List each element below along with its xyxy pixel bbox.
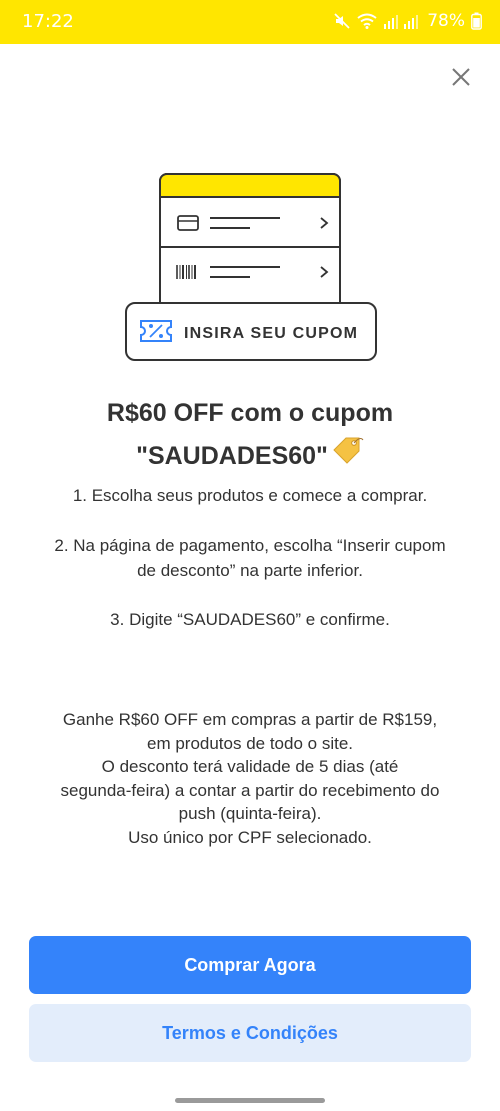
terms-button[interactable]: Termos e Condições (29, 1004, 471, 1062)
offer-title: R$60 OFF com o cupom (106, 399, 394, 427)
barcode-icon (176, 265, 196, 279)
step-2-line-1: 2. Na página de pagamento, escolha “Inse… (54, 536, 446, 555)
coupon-code: "SAUDADES60" (136, 442, 328, 470)
status-bar: 17:22 78% (0, 0, 500, 44)
step-3: 3. Digite “SAUDADES60” e confirme. (110, 610, 390, 629)
tag-icon (333, 437, 364, 464)
coupon-code-title: "SAUDADES60" (30, 434, 470, 474)
coupon-label: INSIRA SEU CUPOM (184, 325, 358, 342)
buy-now-button[interactable]: Comprar Agora (29, 936, 471, 994)
step-1: 1. Escolha seus produtos e comece a comp… (72, 486, 428, 505)
wifi-icon (357, 13, 377, 29)
home-indicator[interactable] (175, 1098, 325, 1103)
signal-icon (384, 15, 419, 29)
description-line: segunda-feira) a contar a partir do rece… (60, 780, 440, 800)
status-icons: 78% (333, 11, 482, 31)
step-2-line-2: de desconto” na parte inferior. (137, 561, 363, 580)
coupon-icon (140, 320, 172, 342)
description-line: push (quinta-feira). (178, 804, 322, 823)
mute-icon (334, 13, 350, 29)
battery-percent: 78% (427, 11, 465, 31)
coupon-illustration: INSIRA SEU CUPOM (125, 173, 377, 361)
description-line: em produtos de todo o site. (146, 733, 354, 753)
description-line: O desconto terá validade de 5 dias (até (101, 757, 399, 776)
close-button[interactable] (446, 62, 476, 92)
status-time: 17:22 (22, 11, 74, 32)
close-icon (452, 68, 470, 86)
description-line: Ganhe R$60 OFF em compras a partir de R$… (62, 710, 438, 729)
description-line: Uso único por CPF selecionado. (128, 827, 372, 847)
battery-icon (471, 12, 482, 30)
